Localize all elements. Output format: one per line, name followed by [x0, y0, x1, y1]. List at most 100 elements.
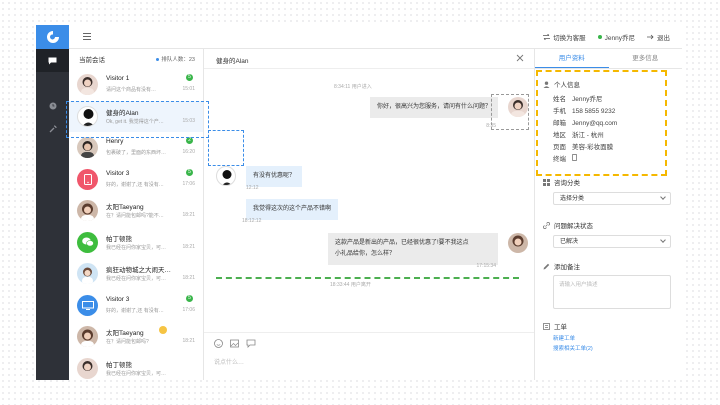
- chat-title: 健身的Alan: [216, 58, 249, 65]
- emoji-icon[interactable]: [214, 339, 223, 348]
- ticket-heading: 工单: [543, 321, 567, 331]
- status-value: 已解决: [560, 239, 579, 245]
- list-item[interactable]: 太阳Taeyang 在？请问能包邮吗? 18:21: [69, 321, 203, 353]
- category-title: 咨询分类: [554, 180, 580, 187]
- highlight-agent-avatar: [491, 94, 529, 130]
- message-preview: 在？请问能包邮吗?: [106, 339, 149, 345]
- queue-label: 排队人数：23: [161, 57, 195, 63]
- agent-message-line: 小礼品给你，怎么样？: [335, 251, 396, 257]
- chat-panel: 健身的Alan 8:34:11 用户进入 你好，很高兴为您服务，请问有什么问题？…: [204, 49, 534, 380]
- unread-badge: 2: [186, 137, 193, 144]
- status-select[interactable]: 已解决: [553, 235, 671, 248]
- unread-badge: 5: [186, 168, 193, 176]
- panel-tabs: 用户资料 更多信息: [535, 49, 682, 69]
- agent-message: 你好，很高兴为您服务，请问有什么问题？: [369, 97, 498, 118]
- new-ticket-link[interactable]: 新建工单: [553, 334, 575, 342]
- close-icon[interactable]: [516, 54, 524, 62]
- list-title: 当前会话: [79, 57, 105, 64]
- message-time: 18:21: [182, 212, 195, 218]
- highlight-personal-info: [536, 70, 667, 176]
- agent-message: 这款产品是新出的产品，已经很优惠了!要不我这点 小礼品给你，怎么样？: [328, 233, 498, 265]
- contact-name: 帕丁顿熊: [106, 235, 132, 243]
- logout-button[interactable]: 退出: [647, 32, 670, 42]
- message-input-area: 说点什么…: [204, 332, 534, 380]
- message-input[interactable]: 说点什么…: [214, 357, 244, 366]
- link-icon: [543, 221, 550, 229]
- avatar: [77, 357, 98, 379]
- wechat-icon: [81, 237, 94, 247]
- chat-icon: [48, 57, 57, 64]
- user-name: Jenny乔尼: [604, 35, 635, 42]
- person-photo-icon: [81, 203, 94, 221]
- contact-name: Visitor 3: [106, 169, 130, 177]
- message-preview: 我已经在问你家宝贝，可…: [106, 276, 167, 282]
- ticket-icon: [543, 322, 550, 330]
- switch-icon: [543, 34, 551, 40]
- avatar: [77, 326, 98, 347]
- list-item[interactable]: 疯狂动物城之大闹天… 我已经在问你家宝贝，可… 18:21: [69, 258, 203, 290]
- contact-name: 太阳Taeyang: [106, 204, 144, 211]
- switch-role-button[interactable]: 切换为客服: [543, 32, 586, 42]
- message-preview: 好的，谢谢了,还 有没有…: [106, 181, 164, 188]
- message-preview: 请问这个商品有没有…: [106, 87, 157, 93]
- status-title: 问题解决状态: [554, 223, 593, 230]
- unread-badge: 5: [186, 74, 193, 81]
- clock-icon: [49, 102, 56, 109]
- tab-profile[interactable]: 用户资料: [535, 49, 609, 68]
- message-preview: 包裹破了，里面的东西坏…: [106, 150, 167, 156]
- logout-label: 退出: [657, 35, 670, 42]
- input-toolbar: [214, 339, 256, 348]
- unread-badge: 5: [186, 294, 193, 302]
- customer-message: 我觉得这次的这个产品不错啊: [246, 199, 339, 220]
- chevron-down-icon: [660, 237, 666, 243]
- status-heading: 问题解决状态: [543, 220, 593, 230]
- message-time: 18:21: [182, 275, 195, 281]
- nav-settings[interactable]: [36, 117, 69, 140]
- message-time: 17:06: [182, 180, 195, 187]
- image-icon[interactable]: [230, 339, 239, 348]
- highlight-active-conversation: [66, 101, 209, 138]
- menu-icon[interactable]: [83, 33, 91, 40]
- system-message: 8:34:11 用户进入: [334, 84, 372, 90]
- customer-avatar: [216, 166, 236, 186]
- pencil-icon: [543, 263, 550, 269]
- logo[interactable]: [36, 25, 69, 49]
- list-item[interactable]: 太阳Taeyang 在？请问能包邮吗?能不… 18:21: [69, 195, 203, 227]
- nav-history[interactable]: [36, 94, 69, 117]
- tab-more-info[interactable]: 更多信息: [609, 49, 683, 68]
- left-nav: [36, 25, 69, 380]
- customer-message: 有没有优惠呢？: [246, 166, 303, 187]
- chat-header: 健身的Alan: [204, 49, 534, 69]
- wrench-icon: [49, 124, 57, 132]
- user-menu[interactable]: Jenny乔尼: [597, 32, 635, 42]
- search-ticket-link[interactable]: 搜索相关工单(2): [553, 344, 593, 352]
- avatar: [77, 137, 98, 158]
- mobile-icon: [83, 173, 92, 185]
- list-item[interactable]: Visitor 1 5 请问这个商品有没有… 15:01: [69, 69, 203, 101]
- person-photo-icon: [82, 267, 93, 284]
- nav-chat[interactable]: [36, 49, 69, 72]
- message-preview: 我已经在问你家宝贝，可…: [106, 244, 167, 251]
- contact-name: 疯狂动物城之大闹天…: [106, 267, 171, 274]
- highlight-customer-avatar: [208, 130, 244, 166]
- category-heading: 咨询分类: [543, 177, 580, 187]
- list-item[interactable]: Visitor 3 5 好的，谢谢了,还 有没有… 17:06: [69, 290, 203, 322]
- list-item[interactable]: Visitor 3 5 好的，谢谢了,还 有没有… 17:06: [69, 164, 203, 196]
- monitor-icon: [81, 300, 94, 310]
- person-photo-icon: [81, 329, 94, 347]
- list-item[interactable]: 帕丁顿熊 我已经在问你家宝贝，可… 18:21: [69, 227, 203, 259]
- category-select[interactable]: 选择分类: [553, 192, 671, 205]
- grid-icon: [543, 178, 550, 186]
- contact-name: 太阳Taeyang: [106, 330, 144, 337]
- message-preview: 我已经在问你家宝贝，可…: [106, 370, 167, 377]
- quick-reply-icon[interactable]: [246, 339, 256, 348]
- message-time: 17:06: [182, 306, 195, 313]
- session-end-divider: [216, 277, 519, 279]
- note-textarea[interactable]: 请输入用户描述: [553, 275, 671, 309]
- list-header: 当前会话 排队人数：23: [69, 49, 203, 69]
- avatar: [77, 263, 98, 284]
- queue-count: 排队人数：23: [156, 55, 195, 63]
- avatar: [77, 200, 98, 221]
- list-item[interactable]: 帕丁顿熊 我已经在问你家宝贝，可…: [69, 353, 203, 381]
- online-status-icon: [597, 35, 602, 39]
